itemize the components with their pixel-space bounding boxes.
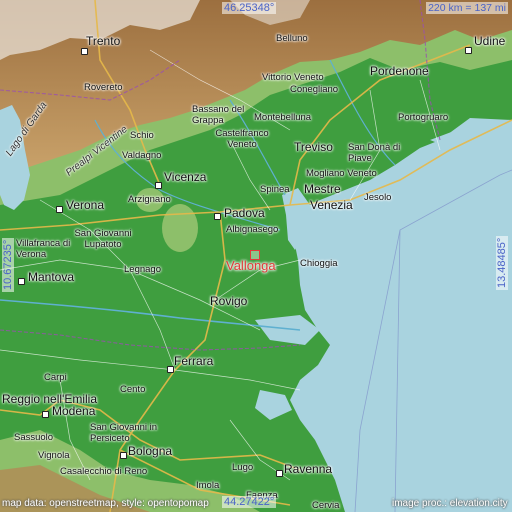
label-vittorio-veneto[interactable]: Vittorio Veneto [262, 72, 324, 83]
label-sassuolo[interactable]: Sassuolo [14, 432, 53, 443]
label-ravenna[interactable]: Ravenna [284, 462, 332, 476]
label-mantova[interactable]: Mantova [28, 270, 74, 284]
label-bologna[interactable]: Bologna [128, 444, 172, 458]
credit-image-processing: image proc.: elevation.city [392, 498, 508, 509]
label-portogruaro[interactable]: Portogruaro [398, 112, 448, 123]
label-carpi[interactable]: Carpi [44, 372, 67, 383]
label-montebelluna[interactable]: Montebelluna [254, 112, 311, 123]
coord-south: 44.27422° [222, 496, 277, 508]
marker-bologna [120, 452, 127, 459]
label-chioggia[interactable]: Chioggia [300, 258, 338, 269]
marker-modena [42, 411, 49, 418]
label-verona[interactable]: Verona [66, 198, 104, 212]
label-conegliano[interactable]: Conegliano [290, 84, 338, 95]
label-villafranca-di-verona[interactable]: Villafranca di Verona [16, 238, 82, 260]
label-arzignano[interactable]: Arzignano [128, 194, 171, 205]
marker-trento [81, 48, 88, 55]
marker-padova [214, 213, 221, 220]
label-treviso[interactable]: Treviso [294, 140, 333, 154]
credit-map-data: map data: openstreetmap, style: opentopo… [2, 498, 209, 509]
label-schio[interactable]: Schio [130, 130, 154, 141]
label-casalecchio-di-reno[interactable]: Casalecchio di Reno [60, 466, 156, 477]
label-bassano-del-grappa[interactable]: Bassano del Grappa [192, 104, 246, 126]
label-rovereto[interactable]: Rovereto [84, 82, 123, 93]
label-san-dona-di-piave[interactable]: San Donà di Piave [348, 142, 408, 164]
label-cervia[interactable]: Cervia [312, 500, 339, 511]
label-castelfranco-veneto[interactable]: Castelfranco Veneto [206, 128, 278, 150]
label-legnago[interactable]: Legnago [124, 264, 161, 275]
coord-north: 46.25348° [222, 2, 277, 14]
label-san-giovanni-in-persiceto[interactable]: San Giovanni in Persiceto [90, 422, 180, 444]
label-mogliano-veneto[interactable]: Mogliano Veneto [306, 168, 377, 179]
marker-ravenna [276, 470, 283, 477]
label-lugo[interactable]: Lugo [232, 462, 253, 473]
coord-west: 10.67235° [2, 237, 14, 292]
label-spinea[interactable]: Spinea [260, 184, 290, 195]
label-vignola[interactable]: Vignola [38, 450, 70, 461]
label-ferrara[interactable]: Ferrara [174, 354, 213, 368]
marker-udine [465, 47, 472, 54]
label-udine[interactable]: Udine [474, 34, 505, 48]
label-trento[interactable]: Trento [86, 34, 120, 48]
marker-verona [56, 206, 63, 213]
marker-mantova [18, 278, 25, 285]
label-san-giovanni-lupatoto[interactable]: San Giovanni Lupatoto [74, 228, 132, 250]
label-imola[interactable]: Imola [196, 480, 219, 491]
label-albignasego[interactable]: Albignasego [226, 224, 278, 235]
label-jesolo[interactable]: Jesolo [364, 192, 391, 203]
scale-bar: 220 km = 137 mi [426, 2, 508, 14]
label-venezia[interactable]: Venezia [310, 198, 353, 212]
label-cento[interactable]: Cento [120, 384, 145, 395]
label-highlight-place[interactable]: Vallonga [226, 258, 276, 273]
map-canvas[interactable]: Trento Udine Belluno Rovereto Pordenone … [0, 0, 512, 512]
marker-vicenza [155, 182, 162, 189]
marker-ferrara [167, 366, 174, 373]
label-rovigo[interactable]: Rovigo [210, 294, 247, 308]
label-pordenone[interactable]: Pordenone [370, 64, 429, 78]
label-mestre[interactable]: Mestre [304, 182, 341, 196]
label-padova[interactable]: Padova [224, 206, 265, 220]
label-vicenza[interactable]: Vicenza [164, 170, 206, 184]
label-modena[interactable]: Modena [52, 404, 95, 418]
label-valdagno[interactable]: Valdagno [122, 150, 161, 161]
coord-east: 13.48485° [496, 235, 508, 290]
label-belluno[interactable]: Belluno [276, 33, 308, 44]
